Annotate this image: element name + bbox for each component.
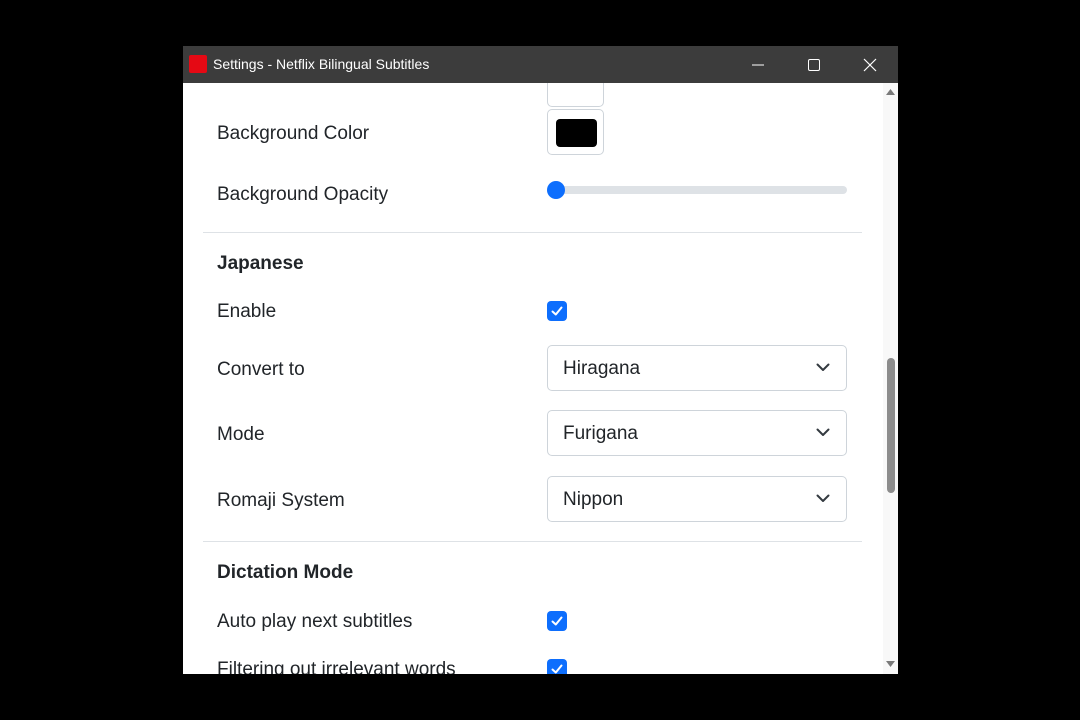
auto-play-label: Auto play next subtitles <box>217 611 413 632</box>
partial-color-swatch[interactable] <box>547 83 604 107</box>
maximize-icon <box>808 58 820 71</box>
close-button[interactable] <box>842 46 898 83</box>
app-icon <box>189 55 207 73</box>
window-title: Settings - Netflix Bilingual Subtitles <box>213 56 430 72</box>
convert-to-value: Hiragana <box>563 358 641 379</box>
japanese-heading: Japanese <box>217 253 304 274</box>
checkmark-icon <box>551 306 563 316</box>
mode-label: Mode <box>217 424 265 445</box>
convert-to-label: Convert to <box>217 359 305 380</box>
minimize-button[interactable] <box>730 46 786 83</box>
romaji-system-label: Romaji System <box>217 490 345 511</box>
mode-select[interactable]: Furigana <box>547 410 847 456</box>
romaji-system-value: Nippon <box>563 489 624 510</box>
title-bar[interactable]: Settings - Netflix Bilingual Subtitles <box>183 46 898 83</box>
scroll-down-arrow-icon[interactable] <box>886 661 895 667</box>
close-icon <box>863 58 877 71</box>
filtering-label: Filtering out irrelevant words <box>217 659 456 674</box>
background-color-label: Background Color <box>217 123 370 144</box>
chevron-down-icon <box>816 428 830 436</box>
scrollbar-thumb[interactable] <box>887 358 895 493</box>
auto-play-checkbox[interactable] <box>547 611 567 631</box>
background-opacity-label: Background Opacity <box>217 184 389 205</box>
background-color-fill <box>556 119 597 147</box>
convert-to-select[interactable]: Hiragana <box>547 345 847 391</box>
dictation-mode-heading: Dictation Mode <box>217 562 354 583</box>
section-divider <box>203 541 862 542</box>
checkmark-icon <box>551 664 563 674</box>
enable-checkbox[interactable] <box>547 301 567 321</box>
enable-label: Enable <box>217 301 277 322</box>
chevron-down-icon <box>816 363 830 371</box>
chevron-down-icon <box>816 494 830 502</box>
vertical-scrollbar[interactable] <box>883 83 898 674</box>
slider-thumb[interactable] <box>547 181 565 199</box>
background-opacity-slider[interactable] <box>547 181 847 199</box>
scroll-up-arrow-icon[interactable] <box>886 89 895 95</box>
settings-content: Background Color Background Opacity Japa… <box>183 83 883 674</box>
section-divider <box>203 232 862 233</box>
maximize-button[interactable] <box>786 46 842 83</box>
minimize-icon <box>752 64 764 65</box>
background-color-swatch[interactable] <box>547 109 604 155</box>
checkmark-icon <box>551 616 563 626</box>
mode-value: Furigana <box>563 423 638 444</box>
filtering-checkbox[interactable] <box>547 659 567 674</box>
settings-window: Settings - Netflix Bilingual Subtitles B… <box>183 46 898 674</box>
romaji-system-select[interactable]: Nippon <box>547 476 847 522</box>
